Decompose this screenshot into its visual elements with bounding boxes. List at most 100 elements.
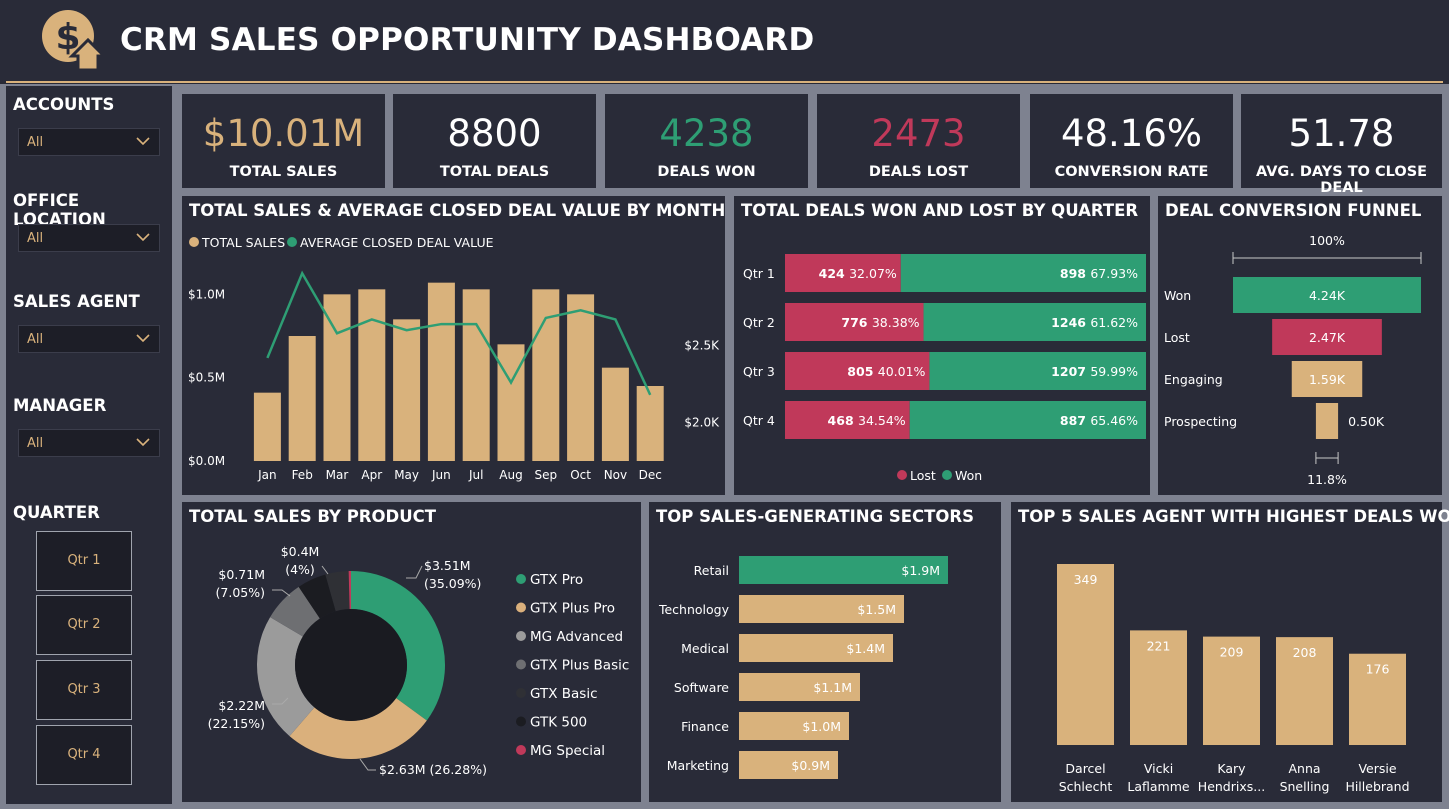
office-location-dropdown[interactable]: All — [18, 224, 160, 252]
quarter-button-qtr1[interactable]: Qtr 1 — [36, 531, 132, 591]
slice-label-value: $2.63M (26.28%) — [379, 762, 487, 777]
top-agents-panel: TOP 5 SALES AGENT WITH HIGHEST DEALS WON… — [1011, 502, 1449, 802]
y-axis-tick-left: $0.0M — [188, 454, 225, 468]
funnel-value-label: 0.50K — [1348, 414, 1385, 429]
agent-value-label: 208 — [1293, 645, 1317, 660]
x-axis-tick-month: Jan — [257, 468, 277, 482]
x-axis-tick-month: Oct — [570, 468, 591, 482]
slice-label-pct: (7.05%) — [216, 585, 265, 600]
agent-last-name: Snelling — [1280, 779, 1330, 794]
funnel-value-label: 2.47K — [1309, 330, 1346, 345]
legend-label-product: MG Special — [530, 743, 605, 759]
agent-value-label: 176 — [1366, 662, 1390, 677]
chevron-down-icon — [136, 334, 150, 343]
header-divider — [6, 81, 1443, 83]
leader-line — [272, 589, 291, 597]
x-axis-tick-month: May — [394, 468, 419, 482]
won-lost-quarter-panel: TOTAL DEALS WON AND LOST BY QUARTER Qtr … — [734, 196, 1150, 495]
lost-data-label: 424 32.07% — [819, 266, 897, 281]
legend-label-lost: Lost — [910, 468, 936, 483]
lost-data-label: 805 40.01% — [847, 364, 925, 379]
kpi-label: TOTAL SALES — [229, 164, 338, 180]
x-axis-tick-month: Apr — [361, 468, 382, 482]
kpi-value: 2473 — [871, 112, 966, 155]
slice-label-pct: (35.09%) — [424, 576, 481, 591]
sector-value-label: $1.0M — [802, 719, 841, 734]
agent-first-name: Darcel — [1065, 761, 1105, 776]
legend-swatch-won — [942, 470, 952, 480]
kpi-value: 8800 — [447, 112, 542, 155]
agent-last-name: Laflamme — [1127, 779, 1190, 794]
sector-axis-label: Marketing — [667, 758, 729, 773]
accounts-value: All — [27, 135, 44, 150]
quarter-button-qtr3[interactable]: Qtr 3 — [36, 660, 132, 720]
kpi-label: TOTAL DEALS — [439, 164, 550, 180]
quarter-axis-label: Qtr 2 — [743, 315, 775, 330]
slice-label-value: $0.4M — [281, 544, 320, 559]
sales-by-product-panel: TOTAL SALES BY PRODUCT $3.51M (35.09%) $2.… — [182, 502, 641, 802]
sector-value-label: $1.5M — [857, 602, 896, 617]
quarter-button-qtr4[interactable]: Qtr 4 — [36, 725, 132, 785]
slice-label-pct: (22.15%) — [208, 716, 265, 731]
office-location-value: All — [27, 231, 44, 246]
kpi-card-total-sales: $10.01M TOTAL SALES — [182, 94, 385, 188]
sales-bar — [462, 289, 490, 461]
agent-last-name: Hillebrand — [1345, 779, 1409, 794]
x-axis-tick-month: Jun — [431, 468, 451, 482]
funnel-bar — [1315, 403, 1339, 439]
funnel-stage-label: Engaging — [1164, 372, 1223, 387]
sector-axis-label: Software — [674, 680, 729, 695]
sales-bar — [636, 386, 664, 461]
sector-axis-label: Retail — [694, 563, 729, 578]
chevron-down-icon — [136, 137, 150, 146]
chevron-down-icon — [136, 233, 150, 242]
agent-last-name: Hendrixs... — [1198, 779, 1265, 794]
x-axis-tick-month: Nov — [604, 468, 627, 482]
lost-data-label: 776 38.38% — [841, 315, 919, 330]
sales-bar — [288, 336, 316, 461]
x-axis-tick-month: Dec — [639, 468, 662, 482]
leader-line — [321, 565, 329, 575]
y-axis-tick-right: $2.0K — [684, 416, 720, 430]
kpi-card-avg-days: 51.78 AVG. DAYS TO CLOSE DEAL — [1241, 94, 1442, 196]
sector-axis-label: Finance — [681, 719, 729, 734]
kpi-value: 48.16% — [1060, 112, 1203, 155]
legend-swatch-product — [516, 716, 526, 727]
agent-first-name: Versie — [1358, 761, 1396, 776]
accounts-label: ACCOUNTS — [13, 95, 115, 114]
sales-bar — [393, 319, 421, 461]
agent-value-label: 209 — [1220, 645, 1244, 660]
manager-dropdown[interactable]: All — [18, 429, 160, 457]
x-axis-tick-month: Feb — [292, 468, 313, 482]
kpi-label: DEALS LOST — [868, 164, 969, 180]
chevron-down-icon — [136, 438, 150, 447]
conversion-funnel-panel: DEAL CONVERSION FUNNEL 100% Won 4.24K Lost… — [1158, 196, 1442, 495]
legend-label-won: Won — [955, 468, 982, 483]
y-axis-tick-right: $2.5K — [684, 339, 720, 353]
conversion-funnel-chart: 100% Won 4.24K Lost 2.47K Engaging 1.59K Prosp… — [1164, 233, 1422, 487]
quarter-axis-label: Qtr 1 — [743, 266, 775, 281]
funnel-value-label: 1.59K — [1309, 372, 1346, 387]
agent-first-name: Kary — [1217, 761, 1246, 776]
legend-swatch-product — [516, 602, 526, 613]
sales-agent-dropdown[interactable]: All — [18, 325, 160, 353]
x-axis-tick-month: Sep — [534, 468, 557, 482]
legend-swatch-product — [516, 688, 526, 698]
won-lost-quarter-chart: Qtr 1 424 32.07% 898 67.93% Qtr 2 776 38.38%… — [743, 254, 1146, 483]
quarter-label: QUARTER — [13, 503, 100, 522]
quarter-button-qtr2[interactable]: Qtr 2 — [36, 595, 132, 655]
slice-label-value: $2.22M — [218, 698, 265, 713]
legend-label-product: GTX Basic — [530, 686, 598, 702]
slice-label-value: $0.71M — [218, 567, 265, 582]
sales-bar — [567, 294, 595, 461]
sector-value-label: $1.4M — [846, 641, 885, 656]
leader-line — [359, 758, 376, 771]
y-axis-tick-left: $0.5M — [188, 371, 225, 385]
agent-bar — [1057, 564, 1114, 745]
accounts-dropdown[interactable]: All — [18, 128, 160, 156]
won-data-label: 898 67.93% — [1060, 266, 1138, 281]
sector-axis-label: Medical — [681, 641, 729, 656]
legend-swatch-total-sales — [189, 237, 199, 247]
top-sectors-panel: TOP SALES-GENERATING SECTORS Retail $1.9M… — [649, 502, 1001, 802]
kpi-label: AVG. DAYS TO CLOSE DEAL — [1255, 164, 1428, 196]
